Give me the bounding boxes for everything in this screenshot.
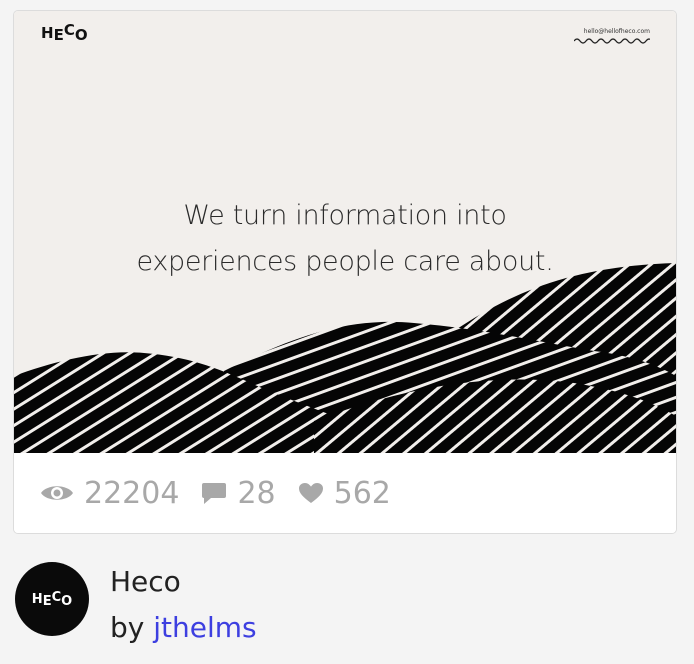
likes-stat[interactable]: 562 [298, 476, 391, 511]
shot-stats-bar: 22204 28 562 [14, 453, 676, 533]
avatar-letter: H [31, 591, 43, 607]
shot-preview-image[interactable]: HECO hello@hellofheco.com We turn inform… [14, 11, 676, 453]
avatar-letter: C [51, 589, 62, 605]
wave-artwork [14, 263, 676, 453]
views-count: 22204 [84, 475, 180, 511]
shot-card[interactable]: HECO hello@hellofheco.com We turn inform… [13, 10, 677, 534]
views-stat[interactable]: 22204 [40, 476, 179, 511]
heart-icon [298, 483, 323, 503]
username-link[interactable]: jthelms [153, 611, 256, 644]
author-avatar[interactable]: HECO [15, 562, 89, 636]
shot-title[interactable]: Heco [110, 565, 181, 598]
by-prefix: by [110, 611, 145, 644]
comments-count: 28 [237, 475, 276, 511]
avatar-letter: O [61, 593, 73, 609]
eye-icon [41, 486, 73, 500]
comments-stat[interactable]: 28 [201, 475, 276, 511]
likes-count: 562 [333, 475, 391, 511]
avatar-letter: E [42, 593, 52, 609]
byline: by jthelms [110, 611, 257, 644]
comment-icon [202, 483, 227, 504]
